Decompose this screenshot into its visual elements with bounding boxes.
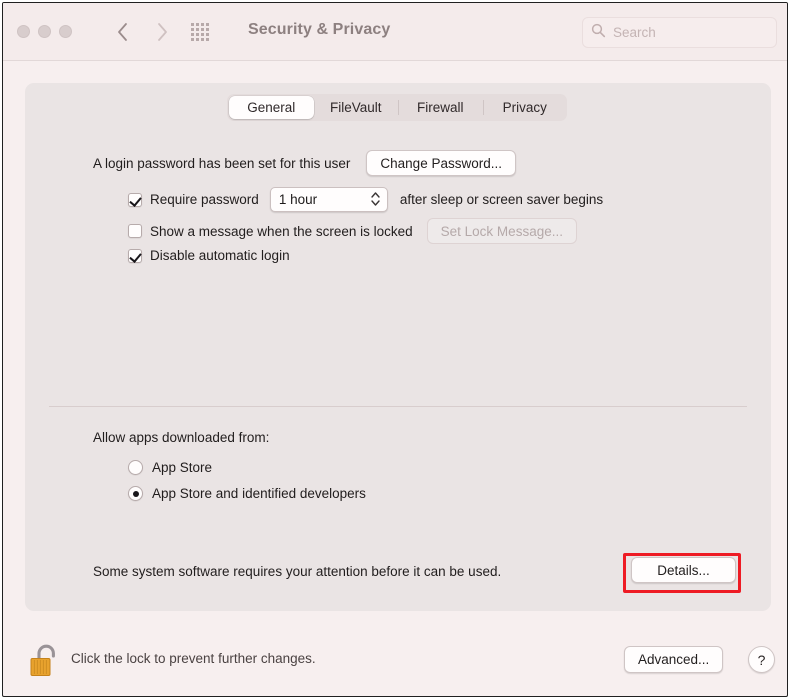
set-lock-message-button[interactable]: Set Lock Message...: [426, 218, 577, 244]
tab-bar: General FileVault Firewall Privacy: [227, 94, 567, 121]
advanced-button[interactable]: Advanced...: [624, 646, 724, 673]
traffic-lights: [17, 25, 72, 38]
tab-firewall[interactable]: Firewall: [398, 96, 483, 119]
show-lock-message-checkbox[interactable]: [128, 224, 142, 238]
show-lock-message-label: Show a message when the screen is locked: [150, 223, 413, 239]
forward-chevron-icon[interactable]: [151, 17, 173, 47]
disable-auto-login-checkbox[interactable]: [128, 248, 142, 263]
radio-app-store-label: App Store: [152, 460, 213, 475]
footer-bar: Click the lock to prevent further change…: [3, 623, 787, 696]
section-divider: [49, 406, 747, 407]
require-password-label: Require password: [150, 192, 259, 207]
require-password-row: Require password 1 hour after sleep or s…: [128, 187, 603, 212]
require-password-interval-value: 1 hour: [278, 192, 318, 207]
lock-status-message: Click the lock to prevent further change…: [71, 651, 316, 666]
stepper-chevrons-icon: [371, 192, 380, 206]
close-button[interactable]: [17, 25, 30, 38]
change-password-button[interactable]: Change Password...: [366, 150, 516, 176]
allow-apps-option-identified-developers[interactable]: App Store and identified developers: [128, 486, 366, 501]
require-password-suffix: after sleep or screen saver begins: [399, 192, 604, 207]
login-password-status: A login password has been set for this u…: [93, 155, 351, 171]
back-chevron-icon[interactable]: [111, 17, 133, 47]
preferences-pane: General FileVault Firewall Privacy A log…: [25, 83, 771, 611]
tab-filevault[interactable]: FileVault: [314, 96, 399, 119]
unlocked-padlock-icon[interactable]: [28, 641, 60, 679]
radio-identified-developers-label: App Store and identified developers: [152, 486, 366, 501]
radio-app-store[interactable]: [128, 460, 143, 475]
disable-auto-login-label: Disable automatic login: [150, 248, 290, 263]
search-placeholder: Search: [613, 25, 656, 40]
search-icon: [591, 23, 606, 43]
zoom-button[interactable]: [59, 25, 72, 38]
attention-notice-text: Some system software requires your atten…: [93, 564, 502, 579]
login-password-row: A login password has been set for this u…: [93, 150, 516, 176]
search-field[interactable]: Search: [582, 17, 777, 48]
allow-apps-option-appstore[interactable]: App Store: [128, 460, 212, 475]
show-all-grid-icon[interactable]: [189, 23, 211, 41]
allow-apps-heading: Allow apps downloaded from:: [93, 430, 270, 445]
window-titlebar: Security & Privacy Search: [3, 3, 787, 61]
navigation-buttons: [111, 17, 173, 47]
require-password-interval-select[interactable]: 1 hour: [269, 187, 388, 212]
require-password-checkbox[interactable]: [128, 192, 142, 207]
tab-privacy[interactable]: Privacy: [482, 96, 568, 119]
radio-app-store-and-identified-developers[interactable]: [128, 486, 143, 501]
details-button[interactable]: Details...: [631, 557, 736, 583]
page-title: Security & Privacy: [248, 21, 391, 38]
attention-notice-row: Some system software requires your atten…: [93, 564, 501, 579]
tab-general[interactable]: General: [229, 96, 314, 119]
help-button[interactable]: ?: [748, 646, 775, 673]
lock-message-row: Show a message when the screen is locked…: [128, 218, 577, 244]
disable-auto-login-row: Disable automatic login: [128, 248, 290, 263]
security-privacy-window: Security & Privacy Search General FileVa…: [2, 2, 788, 697]
minimize-button[interactable]: [38, 25, 51, 38]
